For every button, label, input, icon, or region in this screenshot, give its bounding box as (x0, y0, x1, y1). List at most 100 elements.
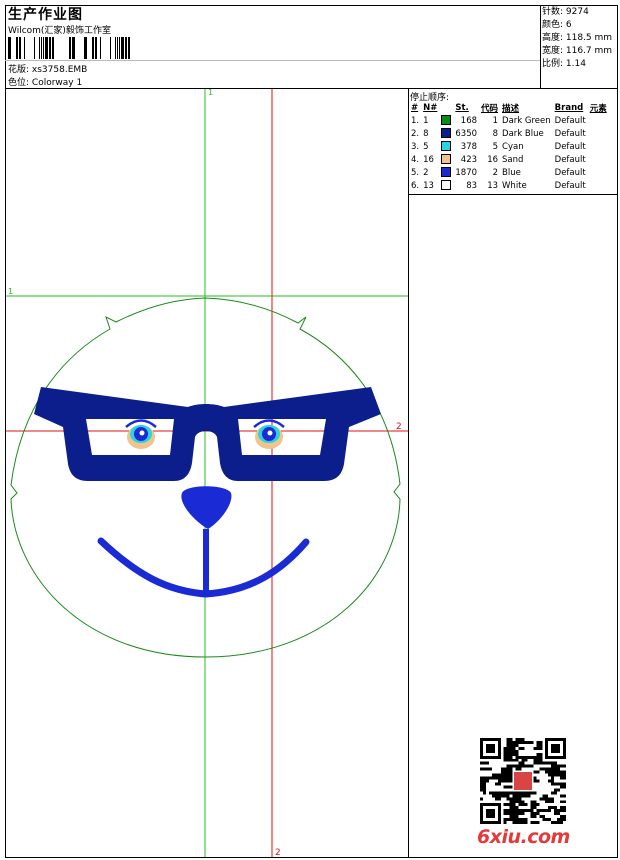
row-description: Blue (502, 167, 521, 178)
row-code: 1 (492, 115, 499, 126)
row-needle: 8 (423, 128, 429, 139)
row-index: 3. (411, 141, 420, 152)
table-row: 2. 8 6350 8 Dark Blue Default (409, 127, 609, 140)
row-description: Dark Blue (502, 128, 544, 139)
row-code: 13 (487, 180, 499, 191)
nose (181, 486, 232, 529)
color-swatch (441, 115, 452, 126)
col-header-index: # (411, 102, 419, 113)
stats-divider (540, 5, 541, 88)
panel-divider (408, 88, 409, 858)
row-swatch (439, 166, 453, 179)
row-stitches: 378 (460, 141, 478, 152)
embroidery-preview: 1 1 2 2 (6, 89, 408, 857)
col-header-brand: Brand (554, 102, 584, 113)
philtrum (203, 529, 209, 595)
row-needle: 5 (423, 141, 429, 152)
colorway: 色位: Colorway 1 (8, 75, 82, 88)
company-name: Wilcom(汇家)毅饰工作室 (8, 26, 111, 36)
row-element (588, 114, 609, 127)
row-stitches: 83 (466, 180, 478, 191)
color-sequence-table: # N# St. 代码 描述 Brand 元素 1. 1 168 1 Dark Gree… (409, 101, 609, 192)
row-brand: Default (554, 154, 586, 165)
qr-code (480, 738, 566, 824)
color-swatch (441, 128, 452, 139)
guide-label-red-right: 2 (396, 422, 402, 432)
col-header-description: 描述 (502, 103, 520, 114)
design-scale: 比例: 1.14 (542, 59, 586, 69)
guide-label-green-left: 1 (8, 287, 13, 296)
row-index: 4. (411, 154, 420, 165)
row-description: Sand (502, 154, 524, 165)
watermark-logo: 6xiu.com (477, 826, 570, 848)
color-table-bottom (408, 194, 618, 195)
table-row: 5. 2 1870 2 Blue Default (409, 166, 609, 179)
row-brand: Default (554, 180, 586, 191)
qr-center-stamp (514, 772, 532, 790)
color-swatch (441, 167, 452, 178)
row-code: 2 (492, 167, 499, 178)
design-label-line (5, 60, 540, 61)
col-header-element: 元素 (589, 103, 607, 114)
design-label: 花版: (8, 65, 30, 75)
row-index: 5. (411, 167, 420, 178)
row-element (588, 153, 609, 166)
row-description: White (502, 180, 527, 191)
row-swatch (439, 114, 453, 127)
table-header-row: # N# St. 代码 描述 Brand 元素 (409, 101, 609, 114)
colorway-value: Colorway 1 (31, 78, 83, 88)
row-stitches: 423 (460, 154, 478, 165)
design-width: 宽度: 116.7 mm (542, 46, 613, 56)
barcode (8, 37, 130, 59)
row-description: Dark Green (502, 115, 551, 126)
col-header-stitches: St. (455, 102, 469, 113)
row-brand: Default (554, 141, 586, 152)
row-brand: Default (554, 115, 586, 126)
color-count: 颜色: 6 (542, 20, 572, 30)
stitch-count: 针数: 9274 (542, 7, 589, 17)
design-name: 花版: xs3758.EMB (8, 62, 87, 75)
table-row: 6. 13 83 13 White Default (409, 179, 609, 192)
color-swatch (441, 154, 452, 165)
row-needle: 1 (423, 115, 429, 126)
row-index: 6. (411, 180, 420, 191)
row-code: 8 (492, 128, 499, 139)
row-code: 5 (492, 141, 499, 152)
right-eye (253, 419, 285, 449)
design-stats: 针数: 9274 颜色: 6 高度: 118.5 mm 宽度: 116.7 mm… (542, 6, 612, 71)
row-code: 16 (487, 154, 499, 165)
row-stitches: 6350 (455, 128, 478, 139)
col-header-code: 代码 (481, 103, 499, 114)
table-row: 1. 1 168 1 Dark Green Default (409, 114, 609, 127)
guide-label-green-top: 1 (208, 89, 213, 97)
col-header-swatch (439, 101, 453, 114)
row-needle: 13 (423, 180, 434, 191)
row-swatch (439, 179, 453, 192)
row-element (588, 166, 609, 179)
left-eye (125, 419, 157, 449)
table-row: 4. 16 423 16 Sand Default (409, 153, 609, 166)
row-swatch (439, 153, 453, 166)
row-brand: Default (554, 128, 586, 139)
row-element (588, 179, 609, 192)
row-swatch (439, 140, 453, 153)
color-swatch (441, 141, 452, 152)
glasses (34, 387, 381, 481)
design-value: xs3758.EMB (31, 65, 88, 75)
row-needle: 2 (423, 167, 429, 178)
row-stitches: 168 (460, 115, 478, 126)
row-element (588, 127, 609, 140)
color-swatch (441, 180, 452, 191)
row-needle: 16 (423, 154, 434, 165)
row-stitches: 1870 (455, 167, 478, 178)
row-element (588, 140, 609, 153)
row-brand: Default (554, 167, 586, 178)
page-title: 生产作业图 (8, 7, 83, 23)
guide-label-red-bottom: 2 (275, 848, 281, 857)
design-height: 高度: 118.5 mm (542, 33, 613, 43)
row-swatch (439, 127, 453, 140)
row-index: 1. (411, 115, 420, 126)
table-row: 3. 5 378 5 Cyan Default (409, 140, 609, 153)
row-index: 2. (411, 128, 420, 139)
row-description: Cyan (502, 141, 524, 152)
